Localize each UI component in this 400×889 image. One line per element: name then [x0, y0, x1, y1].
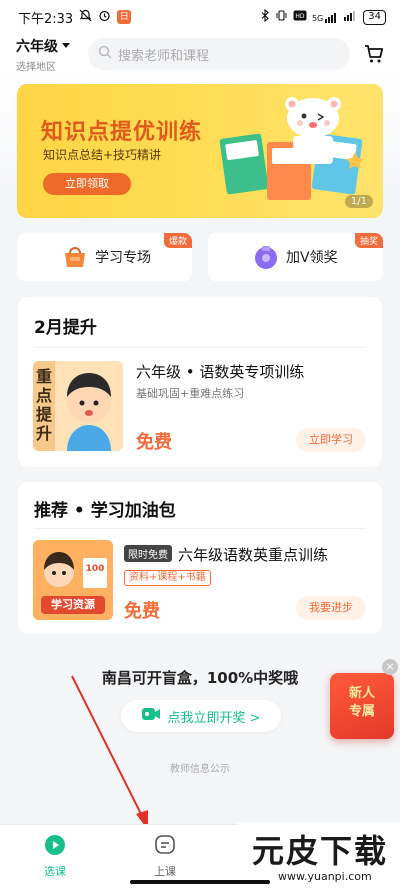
newcomer-exclusive-badge[interactable]: 新人 专属 [330, 673, 394, 739]
region-selector[interactable]: 选择地区 [16, 58, 82, 73]
divider [34, 347, 366, 348]
quick-entry-tag: 爆款 [163, 233, 192, 248]
section-title: 2月提升 [34, 318, 97, 338]
start-learning-button[interactable]: 立即学习 [296, 428, 366, 452]
shopping-bag-icon [61, 243, 89, 275]
site-watermark: 元皮下载 www.yuanpi.com [238, 822, 400, 889]
quick-entry-label: 学习专场 [95, 250, 151, 266]
banner-illustration [219, 97, 364, 200]
promo-banner[interactable]: 知识点提优训练 知识点总结+技巧精讲 立即领取 1/1 [17, 84, 383, 218]
thumbnail-banner: 学习资源 [41, 596, 105, 614]
course-thumbnail[interactable]: 重点提升 [33, 361, 123, 451]
signal-icon-2 [344, 10, 358, 24]
status-bar: 下午2:33 日 HD 5G 34 [0, 0, 400, 34]
course-subtitle: 基础巩固+重难点练习 [136, 387, 245, 400]
badge-line-1: 新人 [348, 686, 375, 701]
course-price: 免费 [136, 432, 172, 453]
status-time: 下午2:33 [18, 11, 74, 27]
tab-label: 选课 [44, 865, 66, 878]
annotation-arrow [71, 675, 148, 830]
hd-icon: HD [293, 10, 307, 24]
gift-icon [252, 243, 280, 275]
course-title[interactable]: 六年级 • 语数英专项训练 [136, 361, 304, 382]
battery-icon: 34 [363, 9, 386, 25]
banner-pager: 1/1 [344, 195, 373, 208]
tab-select-course[interactable]: 选课 [0, 825, 110, 889]
home-indicator[interactable] [130, 880, 270, 884]
resource-tag: 资料+课程+书籍 [124, 570, 211, 586]
open-prize-label: 点我立即开奖 > [167, 710, 261, 726]
close-icon[interactable]: × [382, 659, 398, 675]
watermark-title: 元皮下载 [252, 832, 389, 870]
status-left: 下午2:33 日 [18, 8, 132, 27]
tab-label: 上课 [154, 865, 176, 878]
alarm-icon [98, 9, 111, 26]
thumbnail-caption: 重点提升 [36, 367, 53, 443]
signal-icon: 5G [312, 12, 339, 23]
top-bar: 六年级 选择地区 搜索老师和课程 [0, 34, 400, 74]
badge-line-2: 专属 [348, 704, 375, 719]
banner-title: 知识点提优训练 [41, 120, 203, 145]
play-circle-icon [43, 833, 67, 860]
quick-entry-wechat-reward[interactable]: 加V领奖 抽奖 [208, 233, 383, 281]
quick-entry-study[interactable]: 学习专场 爆款 [17, 233, 192, 281]
bluetooth-icon [261, 8, 270, 25]
search-input[interactable]: 搜索老师和课程 [88, 38, 350, 70]
section-title: 推荐 • 学习加油包 [34, 501, 176, 521]
caret-down-icon [62, 43, 70, 48]
thumbnail-number: 100 [85, 564, 105, 574]
app-notification-icon: 日 [117, 10, 132, 24]
february-section: 2月提升 重点提升 六年级 • 语数英专项训练 基础巩固+重难点练习 免费 立即… [18, 297, 382, 467]
quick-entry-tag: 抽奖 [354, 233, 383, 248]
banner-claim-button[interactable]: 立即领取 [43, 173, 131, 195]
search-placeholder: 搜索老师和课程 [118, 48, 210, 64]
chat-bubble-icon [153, 833, 177, 860]
limited-free-tag: 限时免费 [124, 545, 172, 562]
grade-label: 六年级 [16, 36, 82, 56]
mute-icon [79, 9, 92, 26]
cart-icon[interactable] [360, 40, 388, 68]
course-title-text: 六年级语数英重点训练 [178, 546, 329, 564]
watermark-url: www.yuanpi.com [278, 870, 372, 883]
svg-text:HD: HD [295, 13, 305, 20]
search-icon [98, 45, 112, 63]
grade-text: 六年级 [16, 38, 58, 55]
quick-entry-label: 加V领奖 [286, 250, 338, 266]
improve-button[interactable]: 我要进步 [296, 596, 366, 620]
course-title[interactable]: 限时免费 六年级语数英重点训练 [124, 544, 328, 565]
vibrate-icon [275, 9, 288, 25]
course-thumbnail[interactable]: 100 学习资源 [33, 540, 113, 620]
recommend-section: 推荐 • 学习加油包 100 学习资源 限时免费 六年级语数英重点训练 资料+课程… [18, 482, 382, 634]
banner-subtitle: 知识点总结+技巧精讲 [43, 148, 162, 162]
course-price: 免费 [124, 601, 160, 622]
signal-label: 5G [311, 13, 324, 23]
grade-selector[interactable]: 六年级 选择地区 [16, 36, 82, 73]
status-right: HD 5G 34 [261, 8, 386, 25]
divider [34, 528, 366, 529]
